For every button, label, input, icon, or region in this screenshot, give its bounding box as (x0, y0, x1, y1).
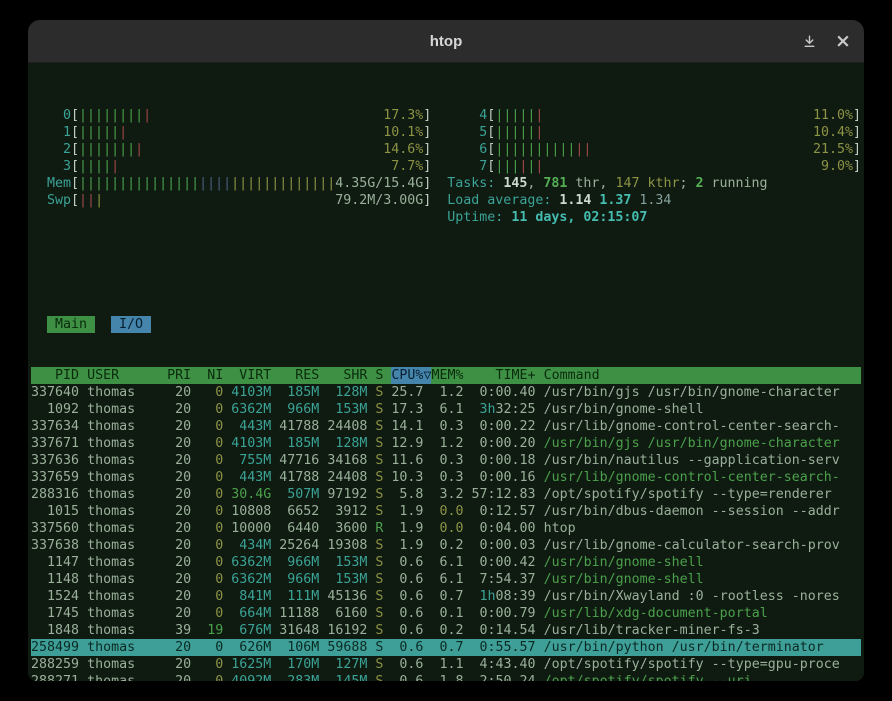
header-cell-time[interactable]: TIME+ (472, 367, 536, 384)
process-row[interactable]: 1524 thomas 20 0 841M 111M 45136 S 0.6 0… (31, 588, 861, 605)
tasks-summary: Tasks: 145, 781 thr, 147 kthr; 2 running (447, 175, 861, 192)
header-cell-mem[interactable]: MEM% (431, 367, 463, 384)
process-table-header: PID USER PRI NI VIRT RES SHR S CPU%▽MEM%… (31, 367, 861, 384)
header-cell-ni[interactable]: NI (199, 367, 223, 384)
sort-arrow-icon: ▽ (423, 367, 431, 384)
header-cell-user[interactable]: USER (87, 367, 159, 384)
process-row[interactable]: 288271 thomas 20 0 4092M 283M 145M S 0.6… (31, 673, 861, 681)
load-average: Load average: 1.14 1.37 1.34 (447, 192, 861, 209)
header-cell-virt[interactable]: VIRT (231, 367, 271, 384)
tab-main[interactable]: Main (47, 316, 95, 333)
process-row[interactable]: 337634 thomas 20 0 443M 41788 24408 S 14… (31, 418, 861, 435)
meter-value: 11.0% (813, 107, 853, 124)
swp-meter: Swp[|||79.2M/3.00G] (31, 192, 431, 209)
meter-value: 7.7% (391, 158, 423, 175)
cpu-meter-1: 1[||||||10.1%] (31, 124, 431, 141)
meter-value: 14.6% (383, 141, 423, 158)
cpu-meter-6: 6[||||||||||||21.5%] (447, 141, 861, 158)
meter-value: 79.2M/3.00G (335, 192, 423, 209)
cpu-meter-4: 4[||||||11.0%] (447, 107, 861, 124)
cpu-meter-7: 7[||||||9.0%] (447, 158, 861, 175)
window-title: htop (430, 33, 462, 50)
process-row[interactable]: 337659 thomas 20 0 443M 41788 24408 S 10… (31, 469, 861, 486)
spacer (31, 260, 861, 282)
header-cell-shr[interactable]: SHR (327, 367, 367, 384)
process-row[interactable]: 337640 thomas 20 0 4103M 185M 128M S 25.… (31, 384, 861, 401)
uptime: Uptime: 11 days, 02:15:07 (447, 209, 861, 226)
header-cell-pid[interactable]: PID (31, 367, 79, 384)
screen-tabs: Main I/O (31, 316, 861, 333)
cpu-meter-3: 3[|||||7.7%] (31, 158, 431, 175)
header-cell-cmd[interactable]: Command (544, 367, 600, 384)
process-row[interactable]: 337638 thomas 20 0 434M 25264 19308 S 1.… (31, 537, 861, 554)
download-button[interactable] (796, 28, 822, 54)
close-button[interactable]: × (830, 28, 856, 54)
process-row[interactable]: 337671 thomas 20 0 4103M 185M 128M S 12.… (31, 435, 861, 452)
process-row[interactable]: 288316 thomas 20 0 30.4G 507M 97192 S 5.… (31, 486, 861, 503)
meter-value: 4.35G/15.4G (335, 175, 423, 192)
meter-value: 9.0% (821, 158, 853, 175)
meter-value: 10.1% (383, 124, 423, 141)
tab-io[interactable]: I/O (111, 316, 151, 333)
process-row[interactable]: 1092 thomas 20 0 6362M 966M 153M S 17.3 … (31, 401, 861, 418)
process-row[interactable]: 288259 thomas 20 0 1625M 170M 127M S 0.6… (31, 656, 861, 673)
header-cell-pri[interactable]: PRI (167, 367, 191, 384)
header-cell-cpu[interactable]: CPU% (391, 367, 423, 384)
meter-value: 21.5% (813, 141, 853, 158)
meters-area: 0[|||||||||17.3%] 1[||||||10.1%] 2[|||||… (31, 107, 861, 226)
header-cell-res[interactable]: RES (279, 367, 319, 384)
meter-value: 17.3% (383, 107, 423, 124)
process-row[interactable]: 1148 thomas 20 0 6362M 966M 153M S 0.6 6… (31, 571, 861, 588)
titlebar[interactable]: htop × (28, 20, 864, 63)
cpu-meter-0: 0[|||||||||17.3%] (31, 107, 431, 124)
download-icon (803, 35, 816, 48)
process-row[interactable]: 337560 thomas 20 0 10000 6440 3600 R 1.9… (31, 520, 861, 537)
process-row[interactable]: 1147 thomas 20 0 6362M 966M 153M S 0.6 6… (31, 554, 861, 571)
cpu-meter-5: 5[||||||10.4%] (447, 124, 861, 141)
process-row[interactable]: 1015 thomas 20 0 10808 6652 3912 S 1.9 0… (31, 503, 861, 520)
process-row[interactable]: 1745 thomas 20 0 664M 11188 6160 S 0.6 0… (31, 605, 861, 622)
terminal-window: htop × 0[|||||||||17.3%] 1[||||||10.1%] … (28, 20, 864, 681)
close-icon: × (835, 32, 851, 51)
cpu-meter-2: 2[||||||||14.6%] (31, 141, 431, 158)
terminal-content: 0[|||||||||17.3%] 1[||||||10.1%] 2[|||||… (28, 63, 864, 681)
mem-meter: Mem[||||||||||||||||||||||||||||||||4.35… (31, 175, 431, 192)
process-row[interactable]: 1848 thomas 39 19 676M 31648 16192 S 0.6… (31, 622, 861, 639)
process-table: PID USER PRI NI VIRT RES SHR S CPU%▽MEM%… (31, 367, 861, 681)
meter-value: 10.4% (813, 124, 853, 141)
process-row[interactable]: 337636 thomas 20 0 755M 47716 34168 S 11… (31, 452, 861, 469)
header-cell-s[interactable]: S (375, 367, 383, 384)
process-row[interactable]: 258499 thomas 20 0 626M 106M 59688 S 0.6… (31, 639, 861, 656)
